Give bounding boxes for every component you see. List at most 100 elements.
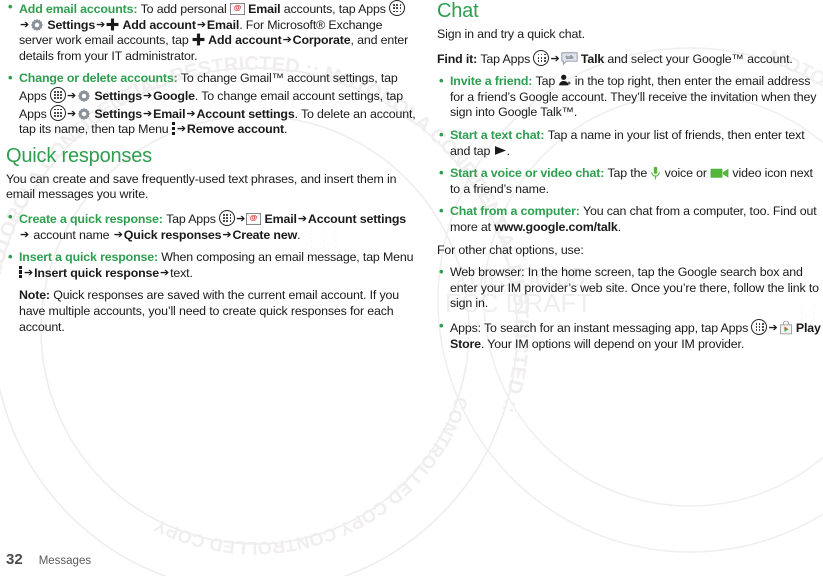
gear-icon	[77, 89, 91, 103]
emphasis-text: Google	[153, 88, 195, 103]
add-person-icon	[558, 74, 572, 87]
emphasis-text: Add account	[208, 33, 282, 48]
step-arrow-icon: ➔	[66, 107, 77, 120]
emphasis-text: Account settings	[307, 211, 407, 226]
page-heading-quick-responses: Quick responses	[6, 144, 152, 167]
emphasis-text: Corporate	[292, 33, 351, 48]
emphasis-text: Settings	[47, 17, 96, 32]
emphasis-text: Email	[153, 106, 186, 121]
emphasis-text: Add account	[122, 17, 196, 32]
list-item-lead: Change or delete accounts:	[19, 71, 181, 86]
emphasis-text: Settings	[94, 88, 142, 103]
body-text: and select your Google™ account.	[604, 51, 793, 66]
emphasis-text: Remove account	[186, 122, 284, 137]
body-text: When composing an email message, tap Men…	[161, 250, 414, 265]
step-arrow-icon: ➔	[160, 266, 170, 279]
emphasis-text: Account settings	[196, 106, 295, 121]
step-arrow-icon: ➔	[196, 18, 206, 31]
body-text: voice or	[661, 166, 711, 181]
apps-icon	[389, 0, 406, 16]
emphasis-text: Create new	[232, 227, 298, 242]
right-column: Chat Sign in and try a quick chat. Find …	[437, 0, 823, 359]
talk-icon: talk	[560, 51, 578, 65]
step-arrow-icon: ➔	[20, 228, 30, 241]
list-item: Insert a quick response: When composing …	[6, 249, 416, 281]
page-heading-chat: Chat	[437, 0, 479, 22]
menu-icon	[19, 265, 23, 279]
step-arrow-icon: ➔	[176, 123, 186, 136]
chat-intro: Sign in and try a quick chat.	[437, 27, 585, 41]
body-text: .	[617, 219, 621, 234]
apps-icon	[533, 49, 550, 66]
accounts-bullet-list: Add email accounts: To add personal @ Em…	[6, 0, 416, 138]
step-arrow-icon: ➔	[66, 89, 77, 102]
emphasis-text: www.google.com/talk	[494, 219, 618, 234]
other-chat-options-list: Web browser: In the home screen, tap the…	[437, 264, 823, 352]
svg-text:@: @	[250, 213, 257, 222]
body-text: .	[283, 122, 288, 137]
list-item: Apps: To search for an instant messaging…	[437, 318, 823, 352]
send-icon	[494, 145, 507, 156]
apps-icon	[219, 209, 236, 226]
emphasis-text: Insert quick response	[34, 265, 160, 280]
quick-responses-intro: You can create and save frequently-used …	[6, 171, 397, 202]
email-icon: @	[246, 213, 262, 225]
emphasis-text: Talk	[580, 51, 605, 66]
body-text: account name	[30, 227, 113, 242]
other-chat-options-intro: For other chat options, use:	[437, 242, 584, 257]
step-arrow-icon: ➔	[143, 89, 153, 102]
step-arrow-icon: ➔	[96, 18, 106, 31]
gear-icon	[77, 107, 91, 121]
step-arrow-icon: ➔	[20, 18, 30, 31]
email-icon: @	[229, 3, 245, 15]
play-store-icon	[779, 320, 793, 335]
step-arrow-icon: ➔	[768, 321, 778, 334]
body-text: Tap Apps	[480, 51, 534, 66]
list-item: Invite a friend: Tap in the top right, t…	[437, 73, 823, 121]
plus-icon	[106, 18, 119, 31]
chat-bullet-list: Invite a friend: Tap in the top right, t…	[437, 73, 823, 235]
emphasis-text: Email	[206, 17, 240, 32]
apps-icon	[49, 86, 66, 103]
list-item-lead: Start a voice or video chat:	[450, 166, 608, 181]
list-item-lead: Invite a friend:	[450, 74, 536, 89]
list-item-lead: Create a quick response:	[19, 211, 167, 226]
note-label: Note:	[19, 288, 50, 303]
svg-text:@: @	[234, 3, 241, 12]
list-item: Start a voice or video chat: Tap the voi…	[437, 165, 823, 197]
list-item: Web browser: In the home screen, tap the…	[437, 264, 823, 312]
body-text: accounts, tap Apps	[280, 2, 390, 16]
body-text: Tap	[535, 74, 559, 89]
gear-icon	[30, 18, 44, 32]
step-arrow-icon: ➔	[113, 228, 123, 241]
manual-page: Add email accounts: To add personal @ Em…	[0, 0, 823, 576]
list-item: Start a text chat: Tap a name in your li…	[437, 127, 823, 159]
list-item: Add email accounts: To add personal @ Em…	[6, 0, 416, 64]
list-item-lead: Insert a quick response:	[19, 250, 162, 265]
step-arrow-icon: ➔	[236, 212, 246, 225]
body-text: Tap Apps	[166, 211, 220, 226]
chat-find-it: Find it: Tap Apps ➔ talk Talk and select …	[437, 49, 823, 68]
list-item: Chat from a computer: You can chat from …	[437, 203, 823, 235]
emphasis-text: Email	[248, 2, 281, 16]
apps-icon	[49, 104, 66, 121]
note-text: Quick responses are saved with the curre…	[19, 288, 399, 334]
page-footer: 32 Messages	[6, 551, 91, 568]
emphasis-text: Email	[264, 211, 297, 226]
step-arrow-icon: ➔	[222, 228, 232, 241]
svg-text:talk: talk	[565, 55, 573, 61]
apps-icon	[751, 318, 768, 335]
list-item-lead: Add email accounts:	[19, 2, 141, 16]
list-item-lead: Chat from a computer:	[450, 204, 584, 219]
video-icon	[710, 167, 729, 179]
menu-icon	[171, 122, 176, 135]
body-text: Tap the	[607, 166, 651, 181]
list-item-lead: Start a text chat:	[450, 127, 548, 142]
step-arrow-icon: ➔	[186, 107, 196, 120]
footer-section-label: Messages	[38, 555, 92, 567]
quick-responses-note: Note: Quick responses are saved with the…	[19, 288, 416, 335]
step-arrow-icon: ➔	[143, 107, 153, 120]
left-column: Add email accounts: To add personal @ Em…	[6, 0, 416, 341]
page-number: 32	[6, 551, 23, 568]
emphasis-text: Quick responses	[123, 227, 222, 242]
